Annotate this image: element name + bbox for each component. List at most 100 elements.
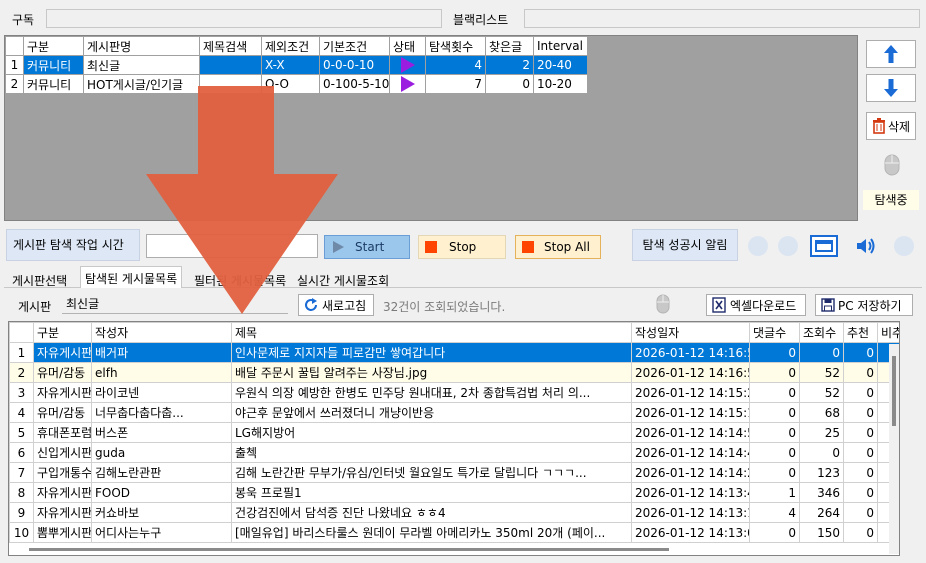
cell-likes: 0: [843, 462, 878, 483]
column-header[interactable]: 제외조건: [261, 36, 320, 56]
column-header[interactable]: 작성자: [91, 322, 232, 343]
cell-category: 자유게시판: [33, 482, 92, 503]
table-row[interactable]: 1 커뮤니티 최신글 X-X 0-0-0-10 4 2 20-40: [5, 55, 588, 75]
save-icon: [821, 298, 835, 312]
start-label: Start: [355, 240, 385, 254]
table-row[interactable]: 8자유게시판FOOD봉욱 프로필12026-01-12 14:13:411346…: [9, 482, 899, 503]
cell-likes: 0: [843, 482, 878, 503]
cell-status: [389, 74, 426, 94]
cell-title-search: [199, 55, 262, 75]
table-row[interactable]: 5휴대폰포럼버스폰LG해지방어2026-01-12 14:14:540250: [9, 422, 899, 443]
subscribe-field[interactable]: [46, 9, 442, 28]
window-icon[interactable]: [810, 235, 838, 257]
play-icon: [401, 76, 415, 92]
cell-category: 유머/감동: [33, 362, 92, 383]
column-header[interactable]: 작성일자: [631, 322, 750, 343]
table-row[interactable]: 1 자유게시판 배거파 인사문제로 지지자들 피로감만 쌓여갑니다 2026-01-12…: [9, 342, 899, 363]
row-number: 8: [9, 482, 34, 503]
alert-label: 탐색 성공시 알림: [632, 229, 738, 261]
column-header[interactable]: 비추: [877, 322, 899, 343]
cell-author: elfh: [91, 362, 232, 383]
mouse-icon: [656, 294, 670, 314]
cell-likes: 0: [843, 342, 878, 363]
move-up-button[interactable]: [866, 40, 916, 68]
column-header[interactable]: 조회수: [799, 322, 844, 343]
post-grid[interactable]: 구분 작성자 제목 작성일자 댓글수 조회수 추천 비추 1자유게시판배거파인사…: [8, 321, 900, 556]
save-to-pc-label: PC 저장하기: [838, 298, 902, 313]
table-row[interactable]: 7구입개통수령김해노란관판김해 노란간판 무부가/유심/인터넷 월요일도 특가로…: [9, 462, 899, 483]
stop-label: Stop: [449, 240, 477, 254]
stop-all-button[interactable]: Stop All: [515, 235, 601, 259]
cell-comments: 0: [749, 362, 800, 383]
vertical-scrollbar[interactable]: [889, 344, 899, 554]
stop-button[interactable]: Stop: [418, 235, 506, 259]
column-header[interactable]: 구분: [33, 322, 92, 343]
cell-likes: 0: [843, 442, 878, 463]
vertical-scroll-thumb[interactable]: [892, 356, 896, 426]
cell-type: 커뮤니티: [23, 55, 84, 75]
cell-views: 150: [799, 522, 844, 543]
cell-category: 자유게시판: [33, 382, 92, 403]
cell-found: 2: [485, 55, 534, 75]
cell-author: 커쇼바보: [91, 502, 232, 523]
column-header[interactable]: 게시판명: [83, 36, 200, 56]
cell-title: 봉욱 프로필1: [231, 482, 632, 503]
tab-board-select[interactable]: 게시판선택: [12, 269, 67, 289]
cell-date: 2026-01-12 14:15:23: [631, 382, 750, 403]
move-down-button[interactable]: [866, 74, 916, 102]
table-row[interactable]: 4 유머/감동 너무춥다춥다춥... 야근후 문앞에서 쓰러졌더니 개냥이반응 2026…: [9, 402, 899, 423]
row-number: 3: [9, 382, 34, 403]
cell-views: 0: [799, 342, 844, 363]
mute-icon[interactable]: [894, 236, 914, 256]
row-number-header: [9, 322, 34, 343]
column-header[interactable]: 탐색횟수: [425, 36, 486, 56]
mouse-icon: [884, 154, 900, 176]
table-row[interactable]: 9 자유게시판 커쇼바보 건강검진에서 담석증 진단 나왔네요 ㅎㅎ4 2026-01-…: [9, 502, 899, 523]
arrow-down-icon: [884, 79, 898, 97]
cell-author: 배거파: [91, 342, 232, 363]
cell-comments: 0: [749, 402, 800, 423]
cell-count: 7: [425, 74, 486, 94]
horizontal-scroll-thumb[interactable]: [29, 548, 669, 551]
table-row[interactable]: 6신입게시판guda출첵2026-01-12 14:14:41000: [9, 442, 899, 463]
row-number-header: [5, 36, 24, 56]
cell-author: 라이코넨: [91, 382, 232, 403]
down-arrow-annotation-icon: [146, 86, 338, 314]
cell-views: 68: [799, 402, 844, 423]
table-row[interactable]: 10 뽐뿌게시판 어디사는누구 [매일유업] 바리스타룰스 원데이 무라벨 아메리카노…: [9, 522, 899, 543]
board-grid-header: 구분 게시판명 제목검색 제외조건 기본조건 상태 탐색횟수 찾은글 Inter…: [5, 36, 588, 56]
column-header[interactable]: 상태: [389, 36, 426, 56]
cell-title: 인사문제로 지지자들 피로감만 쌓여갑니다: [231, 342, 632, 363]
board-grid[interactable]: 구분 게시판명 제목검색 제외조건 기본조건 상태 탐색횟수 찾은글 Inter…: [4, 35, 858, 221]
stop-all-label: Stop All: [544, 240, 590, 254]
column-header[interactable]: 제목검색: [199, 36, 262, 56]
cell-category: 뽐뿌게시판: [33, 522, 92, 543]
cell-author: FOOD: [91, 482, 232, 503]
column-header[interactable]: Interval: [533, 36, 588, 56]
column-header[interactable]: 댓글수: [749, 322, 800, 343]
blacklist-field[interactable]: [524, 9, 920, 28]
speaker-icon[interactable]: [855, 237, 877, 255]
save-to-pc-button[interactable]: PC 저장하기: [815, 294, 913, 316]
excel-download-button[interactable]: 엑셀다운로드: [706, 294, 806, 316]
cell-date: 2026-01-12 14:16:53: [631, 342, 750, 363]
column-header[interactable]: 추천: [843, 322, 878, 343]
result-count-text: 32건이 조회되었습니다.: [383, 300, 506, 314]
column-header[interactable]: 찾은글: [485, 36, 534, 56]
table-row[interactable]: 2 유머/감동 elfh 배달 주문시 꿀팁 알려주는 사장님.jpg 2026-01-…: [9, 362, 899, 383]
alert-option-icon[interactable]: [778, 236, 798, 256]
column-header[interactable]: 구분: [23, 36, 84, 56]
cell-comments: 0: [749, 522, 800, 543]
row-number: 2: [9, 362, 34, 383]
column-header[interactable]: 제목: [231, 322, 632, 343]
column-header[interactable]: 기본조건: [319, 36, 390, 56]
table-row[interactable]: 3 자유게시판 라이코넨 우원식 의장 예방한 한병도 민주당 원내대표, 2차 종합…: [9, 382, 899, 403]
cell-category: 유머/감동: [33, 402, 92, 423]
blacklist-label: 블랙리스트: [453, 13, 509, 27]
subscribe-label: 구독: [12, 13, 35, 27]
delete-button[interactable]: 삭제: [866, 112, 916, 140]
cell-views: 346: [799, 482, 844, 503]
alert-option-icon[interactable]: [748, 236, 768, 256]
cell-comments: 0: [749, 442, 800, 463]
cell-board: 최신글: [83, 55, 200, 75]
